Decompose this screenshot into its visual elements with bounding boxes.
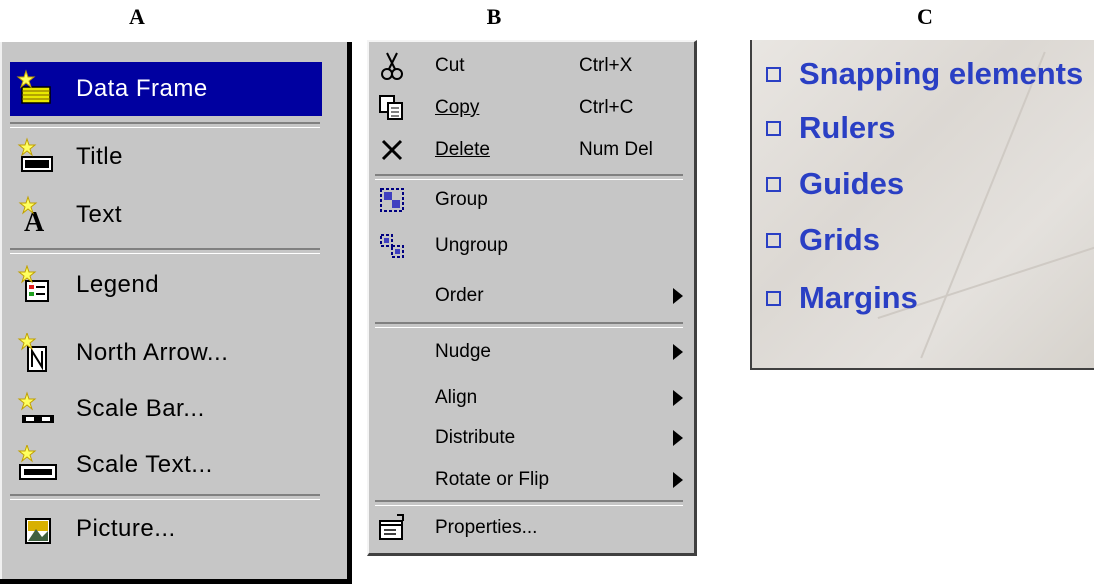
submenu-arrow-icon: [673, 390, 683, 406]
list-item-label: Margins: [799, 280, 918, 315]
menu-item-label: Order: [435, 285, 484, 306]
menu-separator: [375, 322, 683, 328]
scale-bar-icon: [10, 389, 66, 429]
menu-item-group[interactable]: Group: [371, 180, 691, 220]
menu-item-cut[interactable]: Cut Ctrl+X: [371, 46, 691, 86]
checkbox-bullet-icon: [766, 176, 781, 192]
checkbox-bullet-icon: [766, 232, 781, 248]
text-icon: A: [10, 195, 66, 235]
menu-item-label: Properties...: [435, 517, 538, 538]
scissors-icon: [371, 50, 413, 82]
checkbox-bullet-icon: [766, 66, 781, 82]
menu-item-picture[interactable]: Picture...: [10, 502, 322, 556]
north-arrow-icon: [10, 333, 66, 373]
menu-item-label: Rotate or Flip: [435, 469, 550, 490]
edit-context-menu: Cut Ctrl+X Copy Ctrl+C Delete Num Del Gr…: [367, 40, 697, 556]
menu-item-order[interactable]: Order: [371, 276, 691, 316]
submenu-arrow-icon: [673, 472, 683, 488]
title-icon: [10, 137, 66, 177]
submenu-arrow-icon: [673, 288, 683, 304]
list-item-label: Rulers: [799, 110, 896, 145]
delete-icon: [371, 134, 413, 166]
menu-item-nudge[interactable]: Nudge: [371, 332, 691, 372]
layout-tools-list: Snapping elements Rulers Guides Grids Ma…: [750, 40, 1094, 370]
menu-item-label: Scale Bar...: [76, 395, 205, 422]
menu-item-copy[interactable]: Copy Ctrl+C: [371, 88, 691, 128]
menu-item-label: Nudge: [435, 341, 491, 362]
checkbox-bullet-icon: [766, 290, 781, 306]
menu-item-label: Cut: [435, 55, 465, 76]
menu-shadow: [0, 579, 352, 584]
menu-item-label: Title: [76, 143, 123, 170]
list-item-label: Snapping elements: [799, 56, 1084, 91]
list-item: Guides: [766, 158, 904, 210]
list-item: Snapping elements: [766, 48, 1083, 100]
menu-item-label: Text: [76, 201, 123, 228]
menu-item-label: North Arrow...: [76, 339, 229, 366]
menu-item-rotate-or-flip[interactable]: Rotate or Flip: [371, 460, 691, 500]
menu-item-distribute[interactable]: Distribute: [371, 418, 691, 458]
menu-separator: [10, 122, 320, 128]
menu-item-label: Data Frame: [76, 75, 208, 102]
menu-item-text[interactable]: A Text: [10, 188, 322, 242]
copy-icon: [371, 92, 413, 124]
group-icon: [371, 184, 413, 216]
list-item-label: Grids: [799, 222, 880, 257]
list-item: Rulers: [766, 102, 895, 154]
menu-item-label: Ungroup: [435, 235, 508, 256]
scale-text-icon: [10, 445, 66, 485]
menu-item-delete[interactable]: Delete Num Del: [371, 130, 691, 170]
menu-separator: [10, 248, 320, 254]
menu-item-north-arrow[interactable]: North Arrow...: [10, 326, 322, 380]
svg-text:A: A: [24, 207, 45, 235]
menu-item-scale-text[interactable]: Scale Text...: [10, 438, 322, 492]
ungroup-icon: [371, 230, 413, 262]
menu-item-ungroup[interactable]: Ungroup: [371, 226, 691, 266]
list-item-label: Guides: [799, 166, 905, 201]
menu-item-properties[interactable]: Properties...: [371, 508, 691, 548]
picture-icon: [10, 509, 66, 549]
menu-item-label: Picture...: [76, 515, 176, 542]
menu-separator: [375, 500, 683, 506]
menu-item-label: Copy: [435, 97, 480, 118]
menu-item-align[interactable]: Align: [371, 378, 691, 418]
insert-menu: Data Frame Title A Text Legend North Arr…: [0, 42, 352, 584]
menu-item-legend[interactable]: Legend: [10, 258, 322, 312]
panel-label-a: A: [129, 4, 145, 29]
menu-item-data-frame[interactable]: Data Frame: [10, 62, 322, 116]
menu-item-shortcut: Ctrl+X: [579, 55, 633, 76]
checkbox-bullet-icon: [766, 120, 781, 136]
data-frame-icon: [10, 69, 66, 109]
menu-item-label: Scale Text...: [76, 451, 213, 478]
menu-item-label: Group: [435, 189, 488, 210]
menu-item-label: Delete: [435, 139, 490, 160]
submenu-arrow-icon: [673, 430, 683, 446]
panel-label-c: C: [917, 4, 933, 29]
list-item: Margins: [766, 272, 918, 324]
menu-item-label: Legend: [76, 271, 160, 298]
menu-item-shortcut: Ctrl+C: [579, 97, 634, 118]
menu-item-label: Distribute: [435, 427, 516, 448]
menu-edge: [0, 42, 2, 584]
menu-item-title[interactable]: Title: [10, 130, 322, 184]
menu-item-label: Align: [435, 387, 478, 408]
menu-item-shortcut: Num Del: [579, 139, 653, 160]
menu-item-scale-bar[interactable]: Scale Bar...: [10, 382, 322, 436]
panel-label-b: B: [486, 4, 502, 29]
legend-icon: [10, 265, 66, 305]
menu-separator: [10, 494, 320, 500]
list-item: Grids: [766, 214, 880, 266]
submenu-arrow-icon: [673, 344, 683, 360]
properties-icon: [371, 512, 413, 544]
